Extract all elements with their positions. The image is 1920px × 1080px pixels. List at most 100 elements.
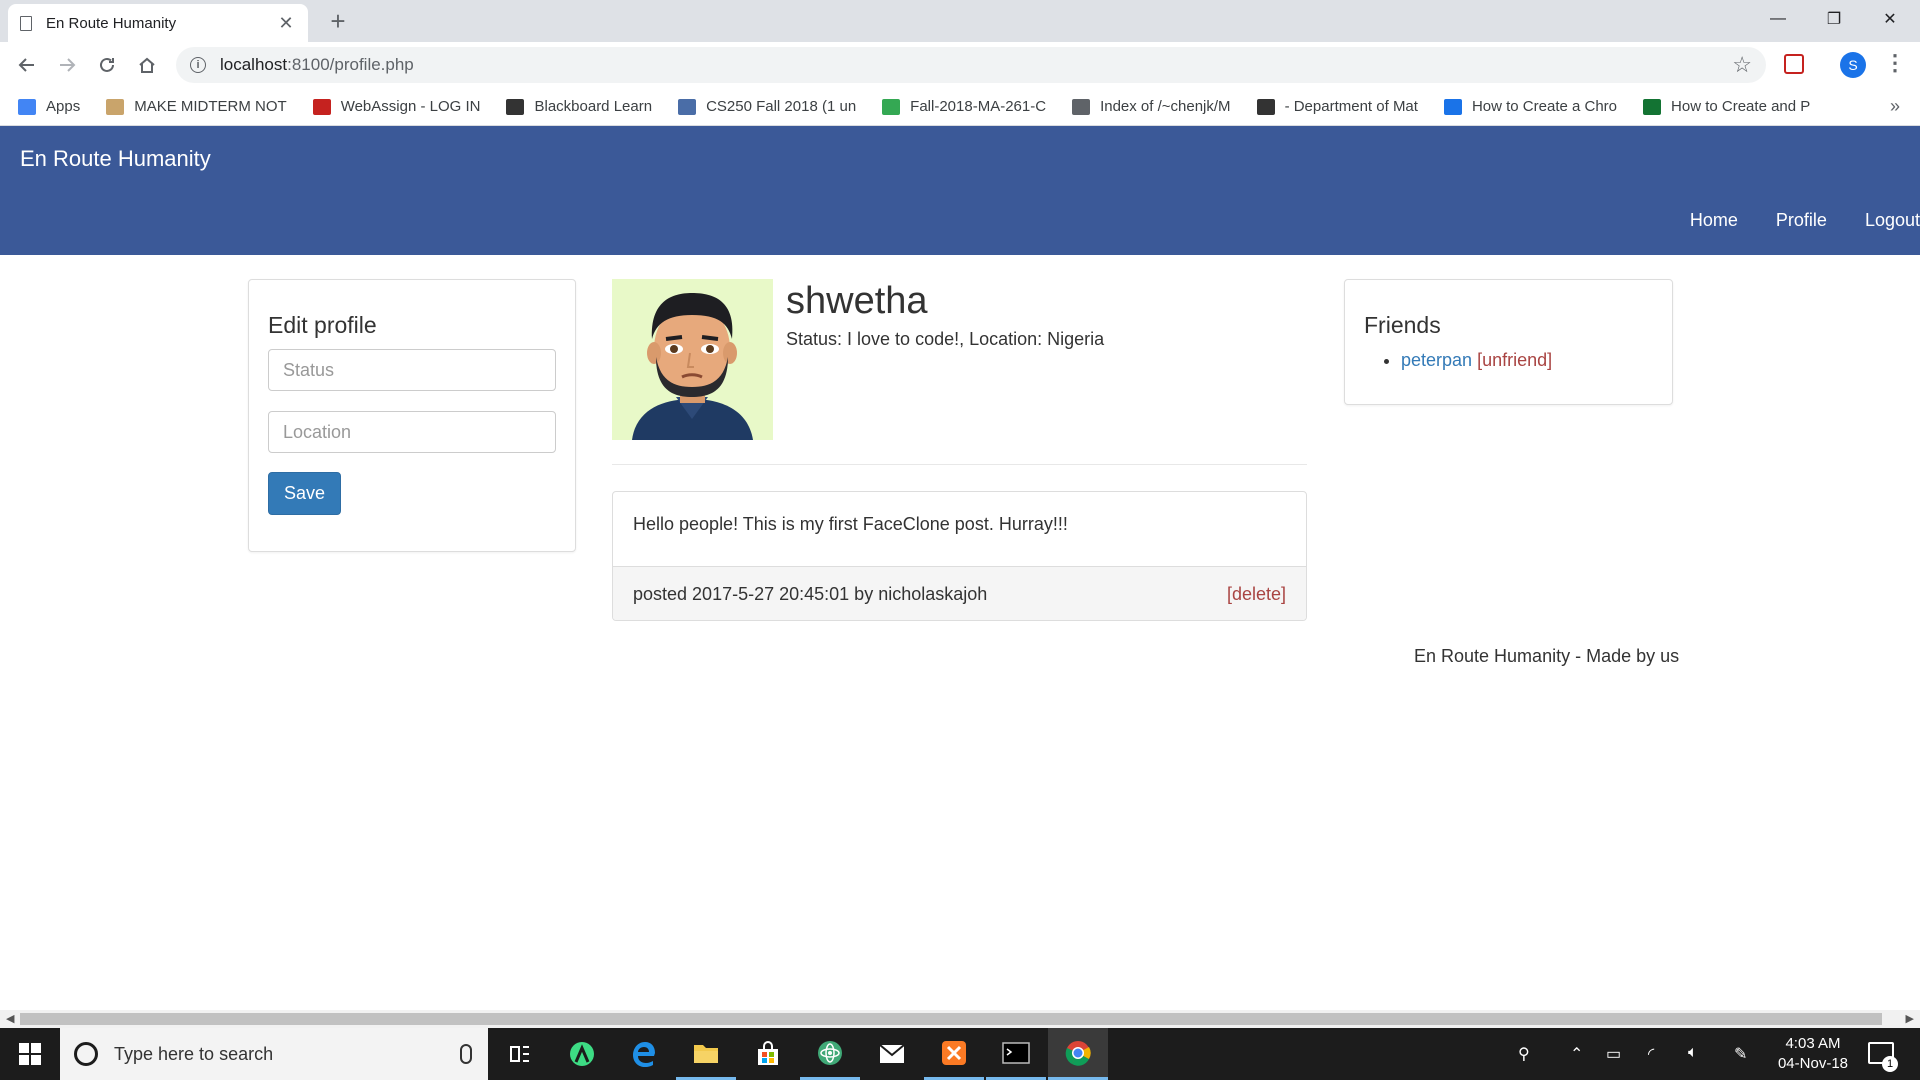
wifi-icon[interactable]: ◜	[1648, 1044, 1654, 1064]
taskbar-mail[interactable]	[862, 1028, 922, 1080]
bookmark-item[interactable]: Index of /~chenjk/M	[1072, 98, 1231, 115]
site-brand[interactable]: En Route Humanity	[20, 146, 211, 172]
volume-icon[interactable]: 🔈︎	[1688, 1044, 1698, 1062]
scroll-left-icon[interactable]: ◀	[6, 1012, 14, 1025]
home-button[interactable]	[132, 50, 162, 80]
atom-icon	[818, 1040, 842, 1065]
bookmark-favicon-icon	[882, 98, 901, 115]
nav-links: Home Profile Logout	[1652, 210, 1920, 231]
windows-taskbar: Type here to search ⚲ ⌃ ▭ ◜ 🔈︎ ✎ 4:03 AM…	[0, 1028, 1920, 1080]
taskbar-store[interactable]	[738, 1028, 798, 1080]
bookmark-favicon-icon	[106, 98, 125, 115]
taskbar-search-placeholder: Type here to search	[114, 1043, 274, 1064]
close-window-button[interactable]: ✕	[1862, 0, 1918, 38]
close-tab-icon[interactable]: ✕	[276, 13, 296, 34]
battery-icon[interactable]: ▭	[1606, 1044, 1621, 1064]
nav-profile[interactable]: Profile	[1776, 210, 1827, 231]
bookmark-label: How to Create and P	[1671, 98, 1811, 115]
nav-home[interactable]: Home	[1690, 210, 1738, 231]
bookmark-item[interactable]: MAKE MIDTERM NOT	[106, 98, 287, 115]
bookmark-star-icon[interactable]: ☆	[1732, 52, 1752, 78]
edge-icon	[633, 1042, 655, 1067]
home-icon	[139, 57, 155, 73]
start-button[interactable]	[0, 1028, 60, 1080]
scroll-right-icon[interactable]: ▶	[1906, 1012, 1914, 1025]
bookmark-label: Index of /~chenjk/M	[1100, 98, 1231, 115]
more-bookmarks-icon[interactable]: »	[1890, 96, 1900, 117]
store-icon	[758, 1041, 778, 1065]
chrome-icon	[1065, 1040, 1091, 1066]
android-studio-icon	[570, 1042, 594, 1066]
tab-title: En Route Humanity	[46, 14, 177, 32]
bookmark-favicon-icon	[1443, 98, 1462, 115]
browser-tab[interactable]: En Route Humanity ✕	[8, 4, 308, 42]
bookmark-favicon-icon	[312, 98, 331, 115]
list-item: peterpan [unfriend]	[1401, 350, 1552, 371]
profile-avatar[interactable]: S	[1840, 52, 1866, 78]
clock-time: 4:03 AM	[1785, 1035, 1841, 1052]
horizontal-scrollbar[interactable]: ◀ ▶	[0, 1010, 1920, 1028]
reload-button[interactable]	[92, 50, 122, 80]
windows-logo-icon	[19, 1043, 41, 1065]
browser-menu-icon[interactable]: ⋮	[1884, 50, 1906, 76]
taskbar-search[interactable]: Type here to search	[60, 1028, 488, 1080]
extension-icon[interactable]	[1784, 54, 1804, 74]
bookmark-label: Blackboard Learn	[534, 98, 653, 115]
mail-icon	[879, 1044, 905, 1063]
browser-toolbar: i localhost:8100/profile.php ☆ S ⋮	[0, 42, 1920, 88]
location-input[interactable]	[268, 411, 556, 453]
taskbar-edge[interactable]	[614, 1028, 674, 1080]
clock-date: 04-Nov-18	[1777, 1055, 1849, 1072]
friends-title: Friends	[1364, 312, 1441, 338]
bookmark-favicon-icon	[1256, 98, 1275, 115]
bookmark-item[interactable]: Blackboard Learn	[506, 98, 652, 115]
taskbar-file-explorer[interactable]	[676, 1028, 736, 1080]
taskbar-terminal[interactable]	[986, 1028, 1046, 1080]
bookmark-favicon-icon	[1643, 98, 1662, 115]
taskbar-atom[interactable]	[800, 1028, 860, 1080]
apps-grid-icon	[18, 98, 36, 115]
divider	[612, 464, 1307, 465]
minimize-button[interactable]: —	[1750, 0, 1806, 38]
status-input[interactable]	[268, 349, 556, 391]
xampp-icon	[942, 1040, 966, 1065]
taskbar-chrome[interactable]	[1048, 1028, 1108, 1080]
page-footer: En Route Humanity - Made by us	[1414, 646, 1680, 666]
post-content: Hello people! This is my first FaceClone…	[613, 492, 1306, 567]
nav-logout[interactable]: Logout	[1865, 210, 1920, 231]
bookmarks-bar: Apps MAKE MIDTERM NOT WebAssign - LOG IN Bl…	[0, 88, 1920, 126]
bookmark-label: Apps	[46, 98, 81, 115]
taskbar-xampp[interactable]	[924, 1028, 984, 1080]
post-card: Hello people! This is my first FaceClone…	[612, 491, 1307, 621]
bookmark-label: - Department of Mat	[1284, 98, 1418, 115]
pen-icon[interactable]: ✎	[1734, 1044, 1747, 1064]
url-path: :8100/profile.php	[287, 55, 414, 74]
apps-shortcut[interactable]: Apps	[18, 98, 80, 115]
restore-button[interactable]: ❐	[1806, 0, 1862, 38]
taskbar-android-studio[interactable]	[552, 1028, 612, 1080]
delete-post-link[interactable]: [delete]	[1227, 584, 1286, 605]
bookmark-item[interactable]: How to Create and P	[1643, 98, 1810, 115]
bookmark-label: MAKE MIDTERM NOT	[134, 98, 287, 115]
bookmark-item[interactable]: CS250 Fall 2018 (1 un	[678, 98, 856, 115]
friend-link[interactable]: peterpan	[1401, 350, 1472, 370]
bookmark-item[interactable]: Fall-2018-MA-261-C	[882, 98, 1046, 115]
new-tab-button[interactable]: +	[324, 6, 352, 36]
forward-button[interactable]	[52, 50, 82, 80]
unfriend-link[interactable]: [unfriend]	[1477, 350, 1552, 370]
bookmark-item[interactable]: How to Create a Chro	[1443, 98, 1617, 115]
bookmark-label: Fall-2018-MA-261-C	[910, 98, 1047, 115]
scrollbar-thumb[interactable]	[20, 1013, 1882, 1025]
task-view-button[interactable]	[490, 1028, 550, 1080]
taskbar-clock[interactable]: 4:03 AM 04-Nov-18	[1768, 1034, 1858, 1074]
info-icon[interactable]: i	[190, 57, 206, 73]
save-button[interactable]: Save	[268, 472, 342, 515]
document-icon	[20, 15, 32, 31]
bookmark-item[interactable]: WebAssign - LOG IN	[312, 98, 480, 115]
bookmark-item[interactable]: - Department of Mat	[1256, 98, 1418, 115]
show-hidden-icons-icon[interactable]: ⌃	[1570, 1044, 1583, 1064]
back-button[interactable]	[12, 50, 42, 80]
address-bar[interactable]: i localhost:8100/profile.php ☆	[176, 47, 1766, 83]
microphone-icon[interactable]	[460, 1044, 472, 1064]
people-icon[interactable]: ⚲	[1518, 1044, 1530, 1064]
